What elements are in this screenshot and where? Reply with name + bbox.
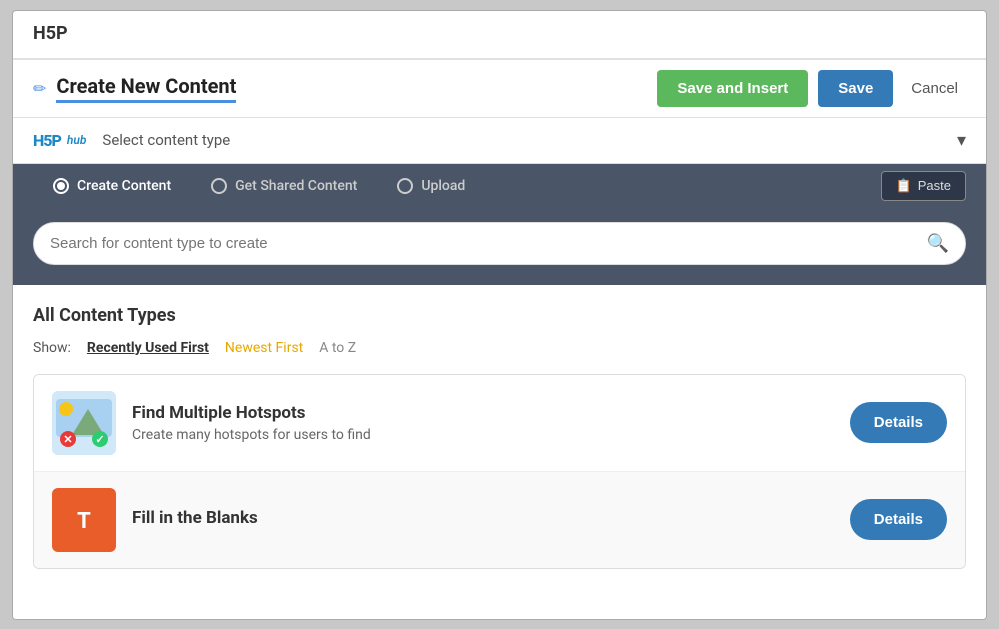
radio-dot-create [57,182,65,190]
radio-upload [397,178,413,194]
svg-text:✕: ✕ [63,433,72,446]
content-type-list: ✕ ✓ Find Multiple Hotspots Create many h… [33,374,966,569]
toolbar: ✏ Create New Content Save and Insert Sav… [13,60,986,118]
hub-selector[interactable]: H5P hub Select content type ▾ [13,118,986,164]
fill-blanks-svg: T [64,500,104,540]
hub-select-text: Select content type [102,131,230,149]
pencil-icon: ✏ [33,79,46,98]
content-types-title: All Content Types [33,305,966,326]
sort-newest-first[interactable]: Newest First [225,340,303,356]
tab-create-content-label: Create Content [77,178,171,194]
tab-get-shared-label: Get Shared Content [235,178,357,194]
search-bar: 🔍 [33,222,966,265]
toolbar-title: Create New Content [56,74,236,103]
fill-blanks-card-info: Fill in the Blanks [132,508,834,532]
radio-get-shared [211,178,227,194]
cancel-button[interactable]: Cancel [903,70,966,107]
tab-upload[interactable]: Upload [377,164,485,208]
tab-create-content[interactable]: Create Content [33,164,191,208]
hotspot-card-info: Find Multiple Hotspots Create many hotsp… [132,403,834,443]
fill-blanks-details-button[interactable]: Details [850,499,947,540]
fill-blanks-icon: T [52,488,116,552]
show-bar: Show: Recently Used First Newest First A… [33,340,966,356]
paste-button[interactable]: 📋 Paste [881,171,966,201]
window-title: H5P [33,23,966,58]
search-icon: 🔍 [927,233,949,254]
toolbar-right: Save and Insert Save Cancel [657,70,966,107]
paste-label: Paste [918,178,951,193]
save-and-insert-button[interactable]: Save and Insert [657,70,808,107]
window-header: H5P [13,11,986,60]
show-label: Show: [33,340,71,356]
sort-recently-used[interactable]: Recently Used First [87,340,209,356]
toolbar-left: ✏ Create New Content [33,74,236,103]
list-item: T Fill in the Blanks Details [34,472,965,568]
search-container: 🔍 [13,208,986,285]
svg-text:✓: ✓ [95,433,104,446]
hotspot-icon-container: ✕ ✓ [52,391,116,455]
main-content: All Content Types Show: Recently Used Fi… [13,285,986,619]
tab-upload-label: Upload [421,178,465,194]
hotspot-card-title: Find Multiple Hotspots [132,403,834,423]
hub-logo: H5P hub Select content type [33,131,230,150]
chevron-down-icon: ▾ [957,130,966,151]
main-window: H5P ✏ Create New Content Save and Insert… [12,10,987,620]
list-item: ✕ ✓ Find Multiple Hotspots Create many h… [34,375,965,472]
search-input[interactable] [50,235,927,252]
hotspot-svg-icon: ✕ ✓ [52,391,116,455]
hub-logo-sub: hub [67,133,87,147]
h5p-logo-text: H5P [33,131,61,150]
tab-bar: Create Content Get Shared Content Upload… [13,164,986,208]
sort-a-to-z[interactable]: A to Z [319,340,356,356]
hotspot-details-button[interactable]: Details [850,402,947,443]
fill-blanks-card-title: Fill in the Blanks [132,508,834,528]
hotspot-card-desc: Create many hotspots for users to find [132,427,834,443]
save-button[interactable]: Save [818,70,893,107]
paste-icon: 📋 [896,178,912,194]
radio-create-content [53,178,69,194]
svg-text:T: T [77,509,91,534]
tab-get-shared[interactable]: Get Shared Content [191,164,377,208]
